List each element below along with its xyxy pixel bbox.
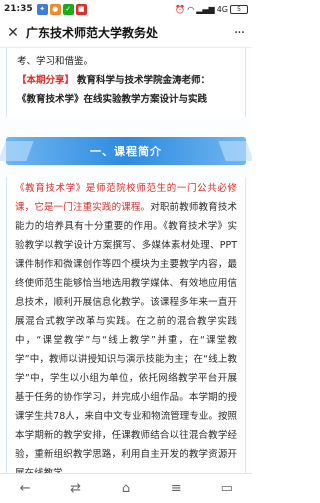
status-indicators: ⏰ ◠ ▂▄▆ 4G 5 xyxy=(175,4,248,14)
section-title: 一、课程简介 xyxy=(90,145,162,158)
share-text-1: 教育科学与技术学院金涛老师： xyxy=(77,75,211,86)
battery-icon: 5 xyxy=(230,4,248,14)
more-icon[interactable]: ··· xyxy=(226,18,252,48)
share-tag: 【本期分享】 xyxy=(17,75,75,86)
section-banner: 一、课程简介 xyxy=(6,131,246,171)
page-title: 广东技术师范大学教务处 xyxy=(26,26,159,40)
status-time: 21:35 xyxy=(4,4,33,14)
alarm-icon: ⏰ xyxy=(175,4,186,14)
network-type: 4G xyxy=(216,4,228,14)
course-intro-text: 对职前教师教育技术能力的培养具有十分重要的作用。《教育技术学》实验教学以教学设计… xyxy=(15,202,237,473)
menu-icon[interactable]: ≡ xyxy=(156,475,196,503)
app-badge-orange-icon: ● xyxy=(49,3,61,15)
article-content[interactable]: 考、学习和借鉴。 【本期分享】 教育科学与技术学院金涛老师： 《教育技术学》在线… xyxy=(0,48,252,473)
intro-line: 考、学习和借鉴。 xyxy=(17,56,94,67)
share-line: 【本期分享】 教育科学与技术学院金涛老师： xyxy=(17,71,235,90)
signal-icon: ▂▄▆ xyxy=(196,4,215,14)
back-icon[interactable]: ← xyxy=(5,475,45,503)
home-icon[interactable]: ⌂ xyxy=(106,475,146,503)
status-bar: 21:35 ✦ ● ✓ ■ ⏰ ◠ ▂▄▆ 4G 5 xyxy=(0,0,252,18)
close-icon[interactable]: ✕ xyxy=(0,18,26,48)
forward-icon[interactable]: ⇄ xyxy=(56,475,96,503)
section-banner-bg: 一、课程简介 xyxy=(6,137,246,165)
share-text-2: 《教育技术学》在线实验教学方案设计与实践 xyxy=(17,94,208,105)
app-badge-blue-icon: ✦ xyxy=(36,3,48,15)
wifi-icon: ◠ xyxy=(187,4,195,14)
course-intro-card: 《教育技术学》是师范院校师范生的一门公共必修课，它是一门注重实践的课程。对职前教… xyxy=(6,177,246,473)
bottom-nav: ← ⇄ ⌂ ≡ ▭ xyxy=(0,473,252,503)
battery-level: 5 xyxy=(237,5,241,13)
course-intro-paragraph: 《教育技术学》是师范院校师范生的一门公共必修课，它是一门注重实践的课程。对职前教… xyxy=(15,179,237,473)
title-bar: ✕ 广东技术师范大学教务处 ··· xyxy=(0,18,252,48)
intro-card: 考、学习和借鉴。 【本期分享】 教育科学与技术学院金涛老师： 《教育技术学》在线… xyxy=(6,48,246,117)
app-badge-green-icon: ✓ xyxy=(62,3,74,15)
tabs-icon[interactable]: ▭ xyxy=(207,475,247,503)
app-badge-red-icon: ■ xyxy=(75,3,87,15)
